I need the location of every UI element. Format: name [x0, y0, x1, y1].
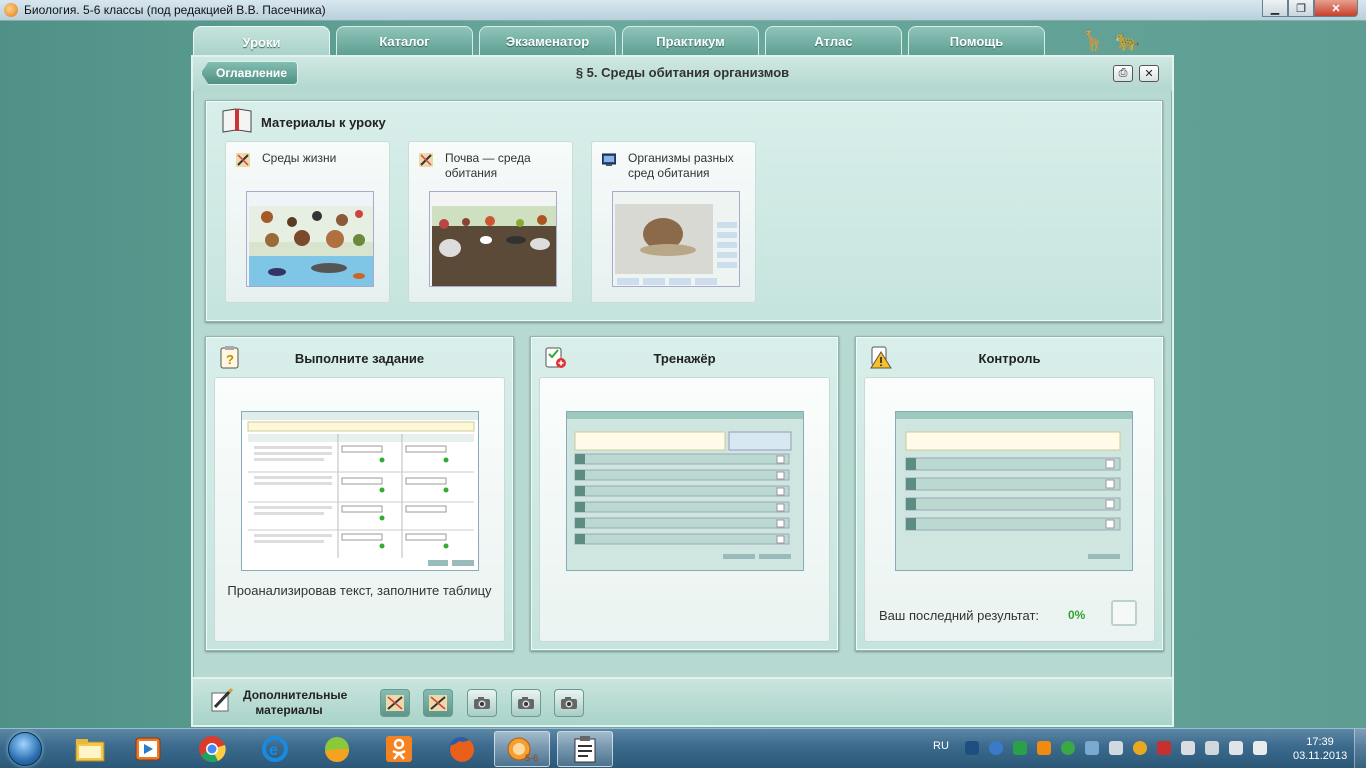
bluetooth-icon[interactable]	[965, 741, 979, 755]
last-result-value: 0%	[1068, 608, 1086, 622]
material-card-label: Среды жизни	[262, 151, 337, 165]
task-title: Выполните задание	[294, 351, 425, 366]
task-card[interactable]: Проанализировав текст, заполните таблицу	[214, 377, 505, 642]
clock-date: 03.11.2013	[1293, 750, 1348, 762]
material-card-life-environments[interactable]: Среды жизни	[225, 141, 390, 303]
last-result-label: Ваш последний результат:	[879, 608, 1040, 623]
material-thumbnail	[429, 191, 557, 287]
materials-section: Материалы к уроку Среды жизни Почва — ср…	[205, 100, 1163, 322]
tab-help[interactable]: Помощь	[908, 26, 1045, 55]
safely-remove-icon[interactable]	[1157, 741, 1171, 755]
book-icon	[222, 108, 252, 133]
task-caption: Проанализировав текст, заполните таблицу	[227, 583, 492, 598]
maximize-button[interactable]: ❐	[1288, 0, 1314, 17]
camera-icon	[561, 697, 577, 709]
tool-icon[interactable]	[1085, 741, 1099, 755]
lesson-panel: Оглавление § 5. Среды обитания организмо…	[191, 55, 1174, 727]
network-icon[interactable]	[1181, 741, 1195, 755]
trainer-preview-image	[566, 411, 804, 571]
show-desktop-button[interactable]	[1354, 729, 1366, 768]
lesson-title: § 5. Среды обитания организмов	[575, 65, 790, 80]
network-globe-icon[interactable]	[989, 741, 1003, 755]
security-shield-icon[interactable]	[1061, 741, 1075, 755]
system-clock[interactable]: 17:39 03.11.2013	[1293, 735, 1347, 763]
extra-material-photo-button-2[interactable]	[511, 689, 541, 717]
clipboard-app-icon[interactable]	[557, 731, 613, 767]
trainer-card[interactable]	[539, 377, 830, 642]
control-preview-image	[895, 411, 1133, 571]
trainer-title: Тренажёр	[653, 351, 716, 366]
extra-material-photo-button-3[interactable]	[554, 689, 584, 717]
control-title: Контроль	[978, 351, 1041, 366]
extra-material-photo-button-1[interactable]	[467, 689, 497, 717]
material-card-label: Организмы разных сред обитания	[628, 151, 734, 180]
window-controls: ▁ ❐ ✕	[1262, 0, 1358, 17]
pencil-icon	[419, 153, 433, 167]
additional-materials-bar: Дополнительные материалы	[193, 677, 1172, 725]
result-indicator	[1111, 600, 1137, 626]
firefox-icon[interactable]	[433, 731, 489, 767]
odnoklassniki-icon[interactable]	[371, 731, 427, 767]
volume-icon[interactable]	[1229, 741, 1243, 755]
ie-icon[interactable]: e	[247, 731, 303, 767]
language-indicator[interactable]: RU	[933, 740, 949, 752]
action-center-flag-icon[interactable]	[1253, 741, 1267, 755]
biology-app-icon[interactable]: 5-6	[494, 731, 550, 767]
app-tray-icon[interactable]	[1133, 741, 1147, 755]
monitor-icon	[602, 153, 616, 166]
media-player-icon[interactable]	[120, 731, 176, 767]
main-tabs: Уроки Каталог Экзаменатор Практикум Атла…	[193, 26, 1045, 57]
material-card-organisms[interactable]: Организмы разных сред обитания	[591, 141, 756, 303]
material-card-label: Почва — среда обитания	[445, 151, 531, 180]
windows-logo-icon	[8, 732, 42, 766]
app-icon	[4, 3, 18, 17]
tab-lessons[interactable]: Уроки	[193, 26, 330, 57]
extra-material-pencil-button-2[interactable]	[423, 689, 453, 717]
material-thumbnail	[612, 191, 740, 287]
tab-catalog[interactable]: Каталог	[336, 26, 473, 55]
tab-practicum[interactable]: Практикум	[622, 26, 759, 55]
pen-icon	[211, 687, 234, 712]
svg-text:5-6: 5-6	[525, 753, 538, 763]
pencil-icon	[386, 695, 404, 711]
printer-icon[interactable]: ⎙	[1113, 65, 1133, 82]
materials-title: Материалы к уроку	[261, 115, 386, 130]
tab-atlas[interactable]: Атлас	[765, 26, 902, 55]
speaker-icon[interactable]	[1109, 741, 1123, 755]
lesson-header: Оглавление § 5. Среды обитания организмо…	[193, 57, 1172, 91]
windows-taskbar: e 5-6 RU 17:39 03.11.2013	[0, 728, 1366, 768]
trainer-section: Тренажёр	[530, 336, 839, 651]
pencil-icon	[429, 695, 447, 711]
update-icon[interactable]	[1037, 741, 1051, 755]
battery-icon[interactable]	[1205, 741, 1219, 755]
decorative-animals-icon: 🦒🐆	[1080, 30, 1150, 52]
svg-text:e: e	[269, 742, 278, 759]
task-section: ? Выполните задание Проанализировав текс…	[205, 336, 514, 651]
material-thumbnail	[246, 191, 374, 287]
material-card-soil[interactable]: Почва — среда обитания	[408, 141, 573, 303]
window-titlebar: Биология. 5-6 классы (под редакцией В.В.…	[0, 0, 1366, 21]
close-window-button[interactable]: ✕	[1314, 0, 1358, 17]
close-icon[interactable]: ✕	[1139, 65, 1159, 82]
control-section: Контроль Ваш последний результат: 0%	[855, 336, 1164, 651]
window-title: Биология. 5-6 классы (под редакцией В.В.…	[24, 3, 326, 17]
clock-time: 17:39	[1306, 736, 1334, 748]
app-icon[interactable]	[309, 731, 365, 767]
minimize-button[interactable]: ▁	[1262, 0, 1288, 17]
extra-material-pencil-button-1[interactable]	[380, 689, 410, 717]
sync-icon[interactable]	[1013, 741, 1027, 755]
camera-icon	[474, 697, 490, 709]
tab-examiner[interactable]: Экзаменатор	[479, 26, 616, 55]
task-preview-image	[241, 411, 479, 571]
control-card[interactable]: Ваш последний результат: 0%	[864, 377, 1155, 642]
file-explorer-icon[interactable]	[62, 731, 118, 767]
pencil-icon	[236, 153, 250, 167]
chrome-icon[interactable]	[184, 731, 240, 767]
camera-icon	[518, 697, 534, 709]
start-button[interactable]	[2, 730, 48, 768]
additional-materials-label: Дополнительные материалы	[243, 688, 348, 717]
